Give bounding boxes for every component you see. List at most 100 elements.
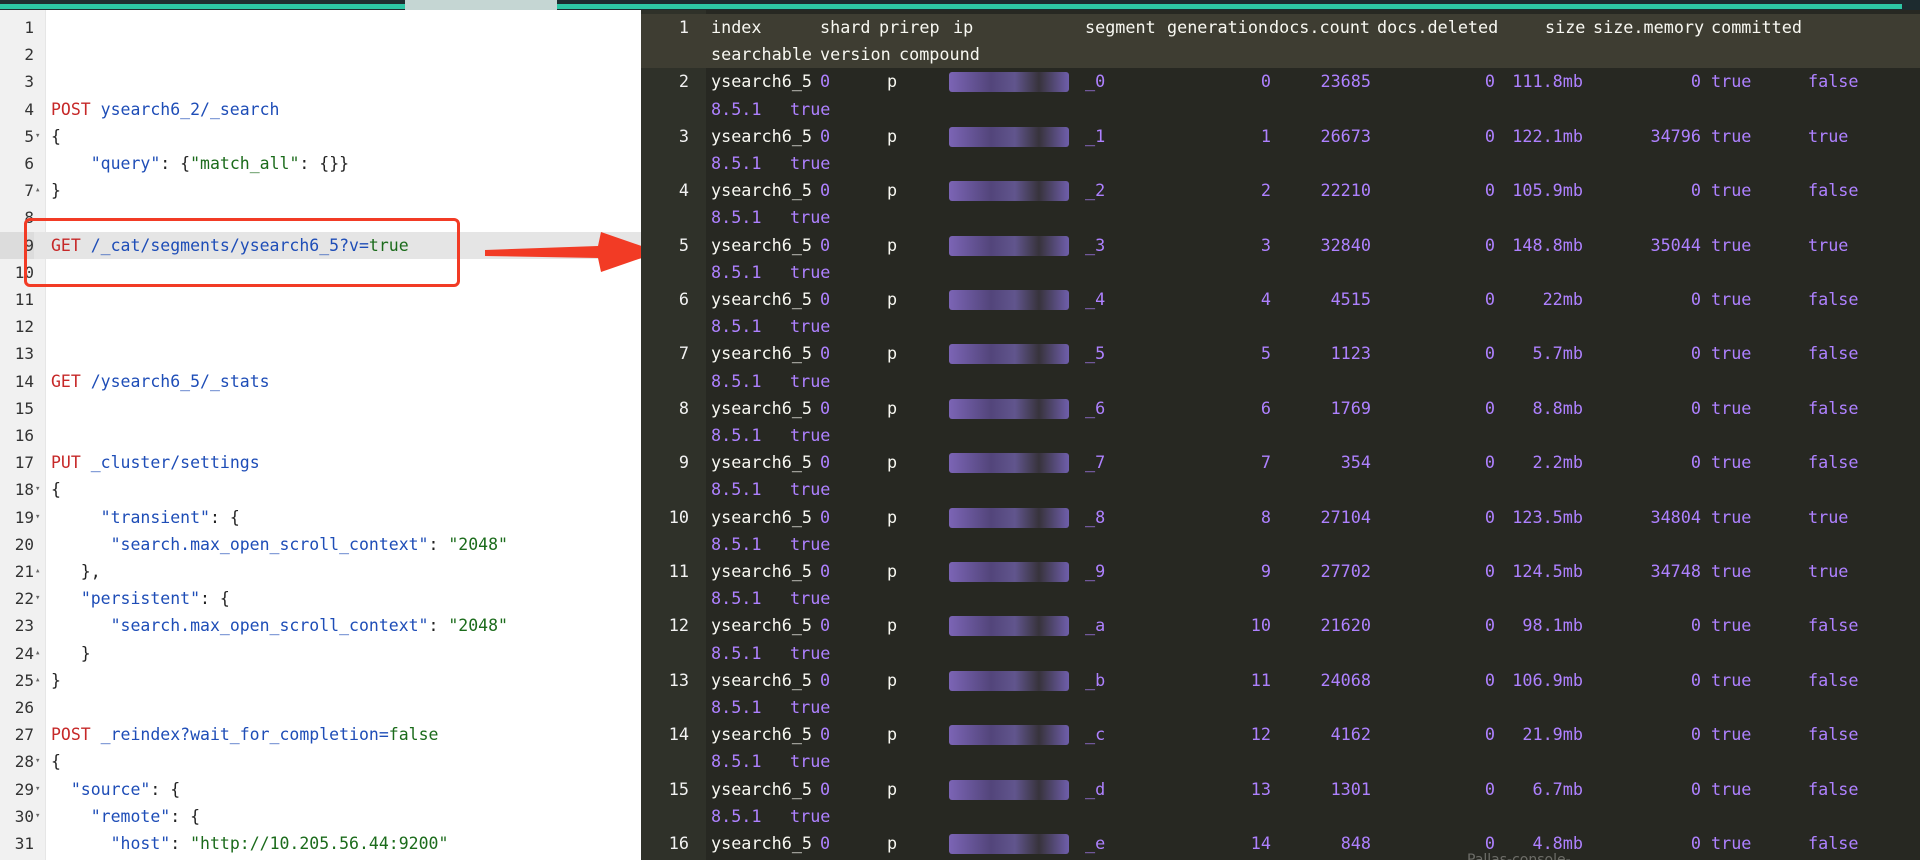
editor-line[interactable]: 31 "host": "http://10.205.56.44:9200" <box>0 830 641 857</box>
code-text: POST _reindex?wait_for_completion=false <box>51 721 438 748</box>
code-text: "persistent": { <box>51 585 230 612</box>
cell-searchable: true <box>1808 234 1849 255</box>
cell-committed: true <box>1711 397 1752 418</box>
editor-line[interactable]: 24 ▴ } <box>0 640 641 667</box>
editor-line[interactable]: 13 <box>0 340 641 367</box>
line-number: 22 <box>14 589 34 609</box>
editor-line[interactable]: 16 <box>0 422 641 449</box>
cell-prirep: p <box>887 125 898 146</box>
editor-line[interactable]: 1 <box>0 14 641 41</box>
editor-line[interactable]: 18 ▾ { <box>0 476 641 503</box>
cell-size: 123.5mb <box>1512 506 1583 527</box>
column-header: ip <box>953 17 974 37</box>
editor-line[interactable]: 3 <box>0 68 641 95</box>
line-number: 19 <box>14 507 34 527</box>
editor-line[interactable]: 15 <box>0 395 641 422</box>
cell-generation: 12 <box>1250 724 1271 745</box>
cell-docs-count: 1769 <box>1330 397 1371 418</box>
editor-line[interactable]: 7 ▴} <box>0 177 641 204</box>
column-header: docs.count <box>1269 17 1371 37</box>
cell-generation: 5 <box>1260 343 1271 364</box>
code-token: PUT <box>51 453 91 473</box>
cell-docs-count: 354 <box>1340 452 1371 473</box>
editor-line[interactable]: 17 PUT _cluster/settings <box>0 449 641 476</box>
line-number: 5 <box>24 126 34 146</box>
cell-searchable: false <box>1808 669 1859 690</box>
editor-line[interactable]: 2 <box>0 41 641 68</box>
chevron-down-icon[interactable]: ▾ <box>35 585 45 612</box>
cell-generation: 8 <box>1260 506 1271 527</box>
editor-line[interactable]: 22 ▾ "persistent": { <box>0 585 641 612</box>
editor-line[interactable]: 6 "query": {"match_all": {}} <box>0 150 641 177</box>
chevron-up-icon[interactable]: ▴ <box>35 667 45 694</box>
code-token: { <box>51 480 61 500</box>
table-row: 2 ysearch6_5 0 p _0 0 23685 0 111.8mb 0 true false 8… <box>641 68 1920 122</box>
editor-line[interactable]: 19 ▾ "transient": { <box>0 504 641 531</box>
cell-docs-count: 21620 <box>1320 615 1371 636</box>
line-number: 3 <box>678 125 689 146</box>
cell-version: 8.5.1 <box>711 261 762 282</box>
column-header: docs.deleted <box>1377 17 1499 37</box>
code-text: GET /ysearch6_5/_stats <box>51 368 270 395</box>
cell-docs-deleted: 0 <box>1484 343 1495 364</box>
cell-compound: true <box>790 152 831 173</box>
cell-size-memory: 0 <box>1690 343 1701 364</box>
code-token: "search.max_open_scroll_context" <box>110 616 429 636</box>
cell-committed: true <box>1711 289 1752 309</box>
cell-prirep: p <box>887 289 898 309</box>
response-output-panel[interactable]: ✕ 1indexshardprirepipsegmentgenerationdo… <box>641 10 1920 860</box>
editor-line[interactable]: 11 <box>0 286 641 313</box>
editor-line[interactable]: 30 ▾ "remote": { <box>0 803 641 830</box>
chevron-down-icon[interactable]: ▾ <box>35 476 45 503</box>
editor-line[interactable]: 14 GET /ysearch6_5/_stats <box>0 368 641 395</box>
cell-prirep: p <box>887 71 898 92</box>
cell-committed: true <box>1711 180 1752 201</box>
line-number: 6 <box>24 154 34 173</box>
code-token: { <box>51 126 61 146</box>
chevron-down-icon[interactable]: ▾ <box>35 803 45 830</box>
chevron-down-icon[interactable]: ▾ <box>35 776 45 803</box>
editor-line[interactable]: 23 "search.max_open_scroll_context": "20… <box>0 612 641 639</box>
chevron-up-icon[interactable]: ▴ <box>35 640 45 667</box>
row-text: ysearch6_5 0 p _a 10 21620 0 98.1mb 0 true false 8.… <box>711 612 1911 666</box>
chevron-down-icon[interactable]: ▾ <box>35 504 45 531</box>
cell-size-memory: 34796 <box>1650 125 1701 146</box>
cell-committed: true <box>1711 506 1752 527</box>
chevron-down-icon[interactable]: ▾ <box>35 123 45 150</box>
code-text: "source": { <box>51 776 180 803</box>
editor-line[interactable]: 25 ▴} <box>0 667 641 694</box>
editor-line[interactable]: 27 POST _reindex?wait_for_completion=fals… <box>0 721 641 748</box>
tab-strip-active[interactable] <box>405 0 557 10</box>
cell-size-memory: 0 <box>1690 724 1701 745</box>
cell-docs-count: 23685 <box>1320 71 1371 92</box>
cell-searchable: false <box>1808 778 1859 799</box>
table-row: 4 ysearch6_5 0 p _2 2 22210 0 105.9mb 0 true false 8… <box>641 177 1920 231</box>
editor-line[interactable]: 4 POST ysearch6_2/_search <box>0 96 641 123</box>
line-number: 11 <box>14 290 34 309</box>
chevron-up-icon[interactable]: ▴ <box>35 177 45 204</box>
cell-version: 8.5.1 <box>711 479 762 500</box>
editor-line[interactable]: 5 ▾ { <box>0 123 641 150</box>
console-editor[interactable]: 1 2 3 4 POST ysearch6_2/_search 5 ▾{6 "query":… <box>0 10 641 860</box>
cell-generation: 14 <box>1250 833 1271 853</box>
line-number: 17 <box>14 453 34 473</box>
editor-line[interactable]: 12 <box>0 313 641 340</box>
column-header: searchable <box>711 44 813 65</box>
code-text: "transient": { <box>51 504 240 531</box>
editor-line[interactable]: 20 "search.max_open_scroll_context": "20… <box>0 531 641 558</box>
editor-line[interactable]: 28 ▾ { <box>0 748 641 775</box>
editor-line[interactable]: 29 ▾ "source": { <box>0 776 641 803</box>
cell-index: ysearch6_5 <box>711 506 813 527</box>
editor-line[interactable]: 26 <box>0 694 641 721</box>
cell-prirep: p <box>887 615 898 636</box>
cell-searchable: false <box>1808 180 1859 201</box>
code-text: POST ysearch6_2/_search <box>51 96 279 123</box>
chevron-down-icon[interactable]: ▾ <box>35 748 45 775</box>
line-number: 30 <box>14 806 34 826</box>
editor-line[interactable]: 21 ▴ }, <box>0 558 641 585</box>
chevron-up-icon[interactable]: ▴ <box>35 558 45 585</box>
cell-searchable: false <box>1808 289 1859 309</box>
redacted-ip <box>949 834 1069 854</box>
